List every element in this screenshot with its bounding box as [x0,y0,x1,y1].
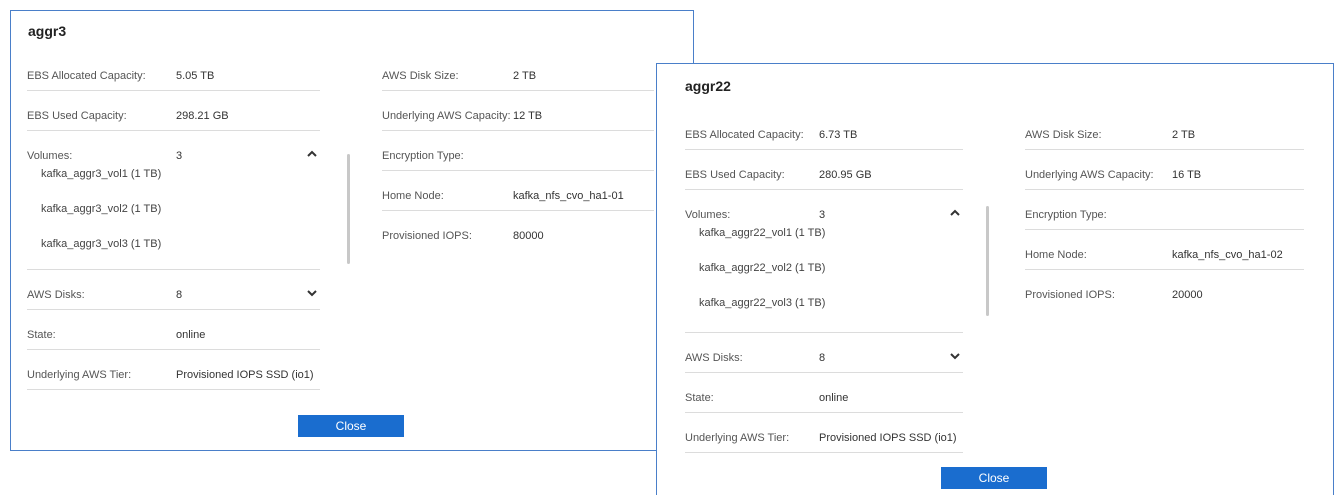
field-label: AWS Disks: [685,352,743,364]
list-item: kafka_aggr3_vol2 (1 TB) [41,203,162,215]
underlying-aws-tier-row: Underlying AWS Tier: Provisioned IOPS SS… [685,413,963,453]
aws-disks-row: AWS Disks: 8 [27,270,320,310]
right-column: AWS Disk Size: 2 TB Underlying AWS Capac… [1025,110,1304,309]
field-label: EBS Used Capacity: [685,169,785,181]
encryption-type-row: Encryption Type: [382,131,654,171]
field-label: Underlying AWS Tier: [27,369,132,381]
chevron-down-icon[interactable] [306,287,318,299]
field-value: 2 TB [513,70,537,82]
field-label: AWS Disk Size: [1025,129,1102,141]
field-label: Provisioned IOPS: [382,230,472,242]
field-label: Home Node: [382,190,444,202]
field-value: online [176,329,206,341]
field-value: Provisioned IOPS SSD (io1) [176,369,314,381]
field-value: 20000 [1172,289,1203,301]
field-value: 5.05 TB [176,70,215,82]
chevron-up-icon[interactable] [306,148,318,160]
field-value: 2 TB [1172,129,1196,141]
ebs-used-capacity-row: EBS Used Capacity: 298.21 GB [27,91,320,131]
field-label: Volumes: [27,150,73,162]
right-column: AWS Disk Size: 2 TB Underlying AWS Capac… [382,51,654,250]
ebs-used-capacity-row: EBS Used Capacity: 280.95 GB [685,150,963,190]
list-item: kafka_aggr22_vol2 (1 TB) [699,262,826,274]
close-button[interactable]: Close [941,467,1047,489]
aws-disk-size-row: AWS Disk Size: 2 TB [1025,110,1304,150]
aggregate-details-dialog-aggr3: aggr3 EBS Allocated Capacity: 5.05 TB EB… [10,10,694,451]
home-node-row: Home Node: kafka_nfs_cvo_ha1-02 [1025,230,1304,270]
field-value: online [819,392,849,404]
field-value: 3 [176,150,183,162]
field-value: kafka_nfs_cvo_ha1-02 [1172,249,1283,261]
chevron-up-icon[interactable] [949,207,961,219]
field-label: Volumes: [685,209,731,221]
left-column: EBS Allocated Capacity: 5.05 TB EBS Used… [27,51,350,390]
field-label: State: [685,392,714,404]
provisioned-iops-row: Provisioned IOPS: 80000 [382,211,654,250]
volumes-row: Volumes: 3 kafka_aggr22_vol1 (1 TB) kafk… [685,190,989,333]
field-label: AWS Disk Size: [382,70,459,82]
field-label: AWS Disks: [27,289,85,301]
field-label: Underlying AWS Tier: [685,432,790,444]
state-row: State: online [685,373,963,413]
list-item: kafka_aggr3_vol3 (1 TB) [41,238,162,250]
volume-list: kafka_aggr22_vol1 (1 TB) kafka_aggr22_vo… [699,227,959,332]
field-value: 280.95 GB [819,169,872,181]
field-value: 6.73 TB [819,129,858,141]
field-value: 3 [819,209,826,221]
encryption-type-row: Encryption Type: [1025,190,1304,230]
field-value: 8 [176,289,183,301]
field-label: Underlying AWS Capacity: [1025,169,1154,181]
aggregate-details-dialog-aggr22: aggr22 EBS Allocated Capacity: 6.73 TB E… [656,63,1334,495]
field-label: EBS Allocated Capacity: [685,129,804,141]
field-value: kafka_nfs_cvo_ha1-01 [513,190,624,202]
underlying-aws-capacity-row: Underlying AWS Capacity: 16 TB [1025,150,1304,190]
field-label: Home Node: [1025,249,1087,261]
field-label: Encryption Type: [382,150,464,162]
field-value: 8 [819,352,826,364]
field-label: EBS Used Capacity: [27,110,127,122]
state-row: State: online [27,310,320,350]
field-value: 298.21 GB [176,110,229,122]
field-label: Encryption Type: [1025,209,1107,221]
ebs-allocated-capacity-row: EBS Allocated Capacity: 5.05 TB [27,51,320,91]
list-item: kafka_aggr3_vol1 (1 TB) [41,168,162,180]
list-item: kafka_aggr22_vol1 (1 TB) [699,227,826,239]
field-value: 80000 [513,230,544,242]
home-node-row: Home Node: kafka_nfs_cvo_ha1-01 [382,171,654,211]
field-label: EBS Allocated Capacity: [27,70,146,82]
volume-list-scrollbar[interactable] [347,154,350,264]
provisioned-iops-row: Provisioned IOPS: 20000 [1025,270,1304,309]
close-button[interactable]: Close [298,415,404,437]
dialog-title: aggr3 [28,23,67,39]
list-item: kafka_aggr22_vol3 (1 TB) [699,297,826,309]
left-column: EBS Allocated Capacity: 6.73 TB EBS Used… [685,110,989,453]
field-label: Provisioned IOPS: [1025,289,1115,301]
field-label: State: [27,329,56,341]
aws-disk-size-row: AWS Disk Size: 2 TB [382,51,654,91]
underlying-aws-tier-row: Underlying AWS Tier: Provisioned IOPS SS… [27,350,320,390]
field-value: 12 TB [513,110,543,122]
volumes-row: Volumes: 3 kafka_aggr3_vol1 (1 TB) kafka… [27,131,350,273]
field-value: Provisioned IOPS SSD (io1) [819,432,957,444]
field-value: 16 TB [1172,169,1202,181]
ebs-allocated-capacity-row: EBS Allocated Capacity: 6.73 TB [685,110,963,150]
dialog-title: aggr22 [685,78,731,94]
volume-list: kafka_aggr3_vol1 (1 TB) kafka_aggr3_vol2… [41,168,301,273]
chevron-down-icon[interactable] [949,350,961,362]
volume-list-scrollbar[interactable] [986,206,989,316]
field-label: Underlying AWS Capacity: [382,110,511,122]
underlying-aws-capacity-row: Underlying AWS Capacity: 12 TB [382,91,654,131]
aws-disks-row: AWS Disks: 8 [685,333,963,373]
